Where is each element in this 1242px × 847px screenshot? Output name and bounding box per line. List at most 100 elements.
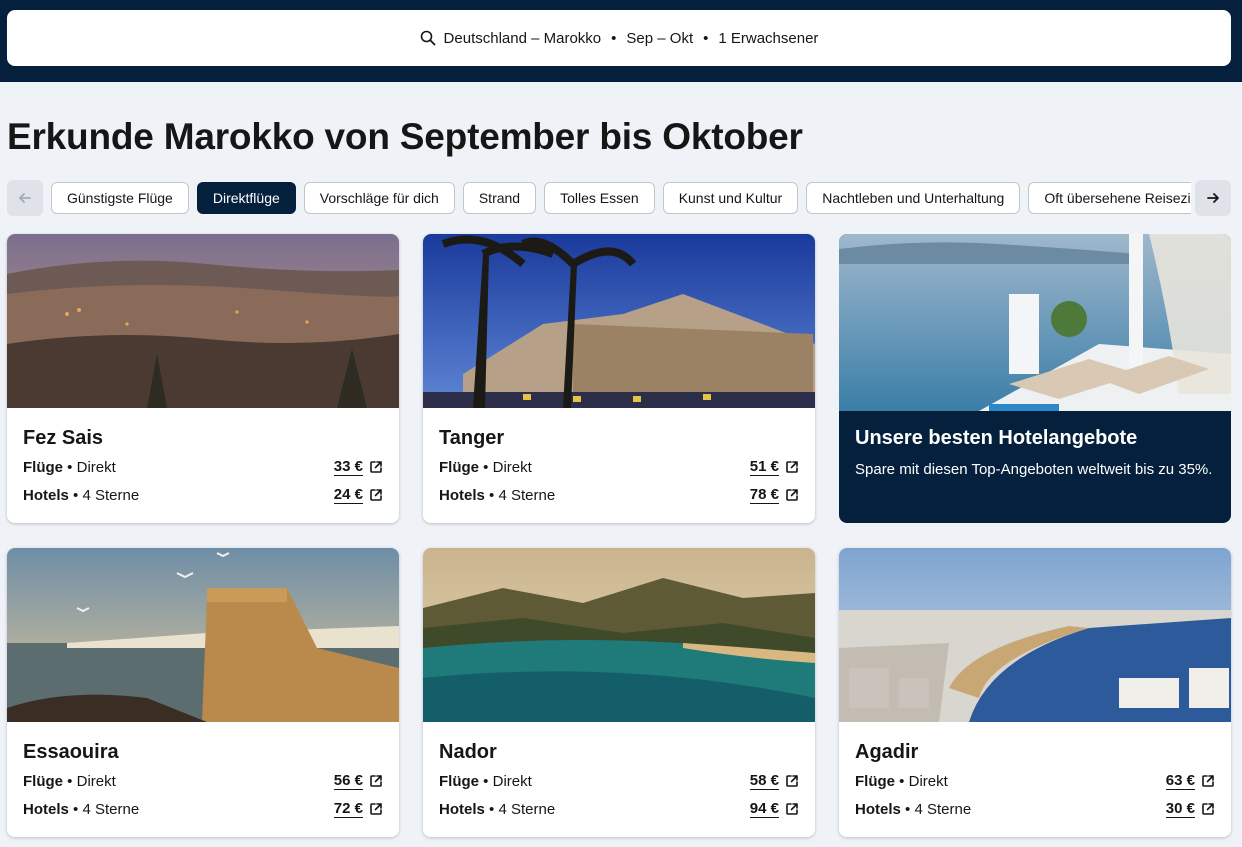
dot-separator: •: [73, 486, 79, 504]
hotels-label: Hotels: [23, 800, 69, 818]
hotels-label: Hotels: [855, 800, 901, 818]
destination-name: Tanger: [439, 427, 505, 449]
arrow-left-icon: [19, 193, 31, 203]
hotel-row: Hotels • 4 Sterne 72 €: [23, 795, 383, 823]
destination-image-agadir: [839, 548, 1231, 722]
external-link-icon: [370, 489, 382, 501]
flight-row: Flüge • Direkt 63 €: [855, 767, 1215, 795]
flight-price-link[interactable]: 63 €: [1165, 772, 1215, 790]
arrow-right-icon: [1207, 193, 1219, 203]
destination-image-nador: [423, 548, 815, 722]
destination-image-tanger: [423, 234, 815, 408]
hotels-type: 4 Sterne: [914, 800, 972, 818]
external-link-icon: [370, 461, 382, 473]
filter-direct-flights[interactable]: Direktflüge: [196, 182, 296, 214]
flight-price-link[interactable]: 51 €: [749, 458, 799, 476]
external-link-icon: [786, 461, 798, 473]
hotels-label: Hotels: [23, 486, 69, 504]
search-summary-button[interactable]: Deutschland – Marokko • Sep – Okt • 1 Er…: [7, 10, 1231, 66]
hotels-label: Hotels: [439, 800, 485, 818]
flights-label: Flüge: [439, 458, 479, 476]
filter-suggestions[interactable]: Vorschläge für dich: [303, 182, 455, 214]
hotels-type: 4 Sterne: [82, 486, 140, 504]
destination-name: Essaouira: [23, 741, 119, 763]
hotel-row: Hotels • 4 Sterne 94 €: [439, 795, 799, 823]
filter-next-button[interactable]: [1195, 180, 1231, 216]
dot-separator: •: [73, 800, 79, 818]
hotels-type: 4 Sterne: [498, 486, 556, 504]
promo-text: Spare mit diesen Top-Angeboten weltweit …: [855, 461, 1213, 478]
flights-type: Direkt: [908, 772, 948, 790]
external-link-icon: [786, 775, 798, 787]
hotel-price: 94 €: [749, 800, 779, 818]
dot-separator: •: [899, 772, 905, 790]
filter-great-food[interactable]: Tolles Essen: [544, 182, 655, 214]
flight-row: Flüge • Direkt 58 €: [439, 767, 799, 795]
filter-hidden-gems[interactable]: Oft übersehene Reiseziele: [1028, 182, 1191, 214]
search-separator: •: [703, 29, 709, 47]
hotel-row: Hotels • 4 Sterne 78 €: [439, 481, 799, 509]
flight-price-link[interactable]: 33 €: [333, 458, 383, 476]
search-travellers: 1 Erwachsener: [718, 29, 819, 47]
filter-cheapest-flights[interactable]: Günstigste Flüge: [51, 182, 189, 214]
flight-row: Flüge • Direkt 33 €: [23, 453, 383, 481]
hotels-type: 4 Sterne: [82, 800, 140, 818]
filter-nightlife[interactable]: Nachtleben und Unterhaltung: [806, 182, 1021, 214]
hotels-type: 4 Sterne: [498, 800, 556, 818]
filter-art-culture[interactable]: Kunst und Kultur: [662, 182, 799, 214]
dot-separator: •: [67, 458, 73, 476]
top-bar: Deutschland – Marokko • Sep – Okt • 1 Er…: [0, 0, 1242, 82]
search-dates: Sep – Okt: [626, 29, 694, 47]
flights-type: Direkt: [492, 458, 532, 476]
flights-label: Flüge: [23, 772, 63, 790]
hotel-price: 78 €: [749, 486, 779, 504]
hotel-price-link[interactable]: 30 €: [1165, 800, 1215, 818]
flight-price: 63 €: [1165, 772, 1195, 790]
filter-prev-button[interactable]: [7, 180, 43, 216]
external-link-icon: [370, 803, 382, 815]
promo-title: Unsere besten Hotelangebote: [855, 427, 1138, 449]
flights-label: Flüge: [439, 772, 479, 790]
flights-label: Flüge: [23, 458, 63, 476]
filter-bar: Günstigste Flüge Direktflüge Vorschläge …: [7, 180, 1231, 216]
destination-name: Nador: [439, 741, 497, 763]
hotel-price-link[interactable]: 78 €: [749, 486, 799, 504]
hotel-price: 30 €: [1165, 800, 1195, 818]
flights-type: Direkt: [76, 458, 116, 476]
flight-price-link[interactable]: 58 €: [749, 772, 799, 790]
search-route: Deutschland – Marokko: [443, 29, 602, 47]
external-link-icon: [1202, 775, 1214, 787]
hotels-label: Hotels: [439, 486, 485, 504]
hotel-price-link[interactable]: 72 €: [333, 800, 383, 818]
dot-separator: •: [483, 458, 489, 476]
destination-card-nador[interactable]: Nador Flüge • Direkt 58 € Hotels • 4 Ste…: [423, 548, 815, 837]
hotel-row: Hotels • 4 Sterne 30 €: [855, 795, 1215, 823]
external-link-icon: [370, 775, 382, 787]
hotel-price: 72 €: [333, 800, 363, 818]
search-icon: [420, 30, 435, 46]
destination-image-fez: [7, 234, 399, 408]
dot-separator: •: [483, 772, 489, 790]
flight-price: 56 €: [333, 772, 363, 790]
destination-card-agadir[interactable]: Agadir Flüge • Direkt 63 € Hotels • 4 St…: [839, 548, 1231, 837]
external-link-icon: [1202, 803, 1214, 815]
flights-type: Direkt: [76, 772, 116, 790]
flight-row: Flüge • Direkt 51 €: [439, 453, 799, 481]
destination-name: Fez Sais: [23, 427, 104, 449]
destination-card-essaouira[interactable]: Essaouira Flüge • Direkt 56 € Hotels • 4…: [7, 548, 399, 837]
filter-beach[interactable]: Strand: [462, 182, 537, 214]
flight-price: 58 €: [749, 772, 779, 790]
hotel-deals-promo-card[interactable]: Unsere besten Hotelangebote Spare mit di…: [839, 234, 1231, 523]
flights-type: Direkt: [492, 772, 532, 790]
page-title: Erkunde Marokko von September bis Oktobe…: [7, 116, 803, 157]
dot-separator: •: [905, 800, 911, 818]
flight-row: Flüge • Direkt 56 €: [23, 767, 383, 795]
external-link-icon: [786, 803, 798, 815]
dot-separator: •: [489, 486, 495, 504]
flights-label: Flüge: [855, 772, 895, 790]
destination-card-fez[interactable]: Fez Sais Flüge • Direkt 33 € Hotels • 4 …: [7, 234, 399, 523]
destination-card-tanger[interactable]: Tanger Flüge • Direkt 51 € Hotels • 4 St…: [423, 234, 815, 523]
hotel-price-link[interactable]: 24 €: [333, 486, 383, 504]
flight-price-link[interactable]: 56 €: [333, 772, 383, 790]
hotel-price-link[interactable]: 94 €: [749, 800, 799, 818]
